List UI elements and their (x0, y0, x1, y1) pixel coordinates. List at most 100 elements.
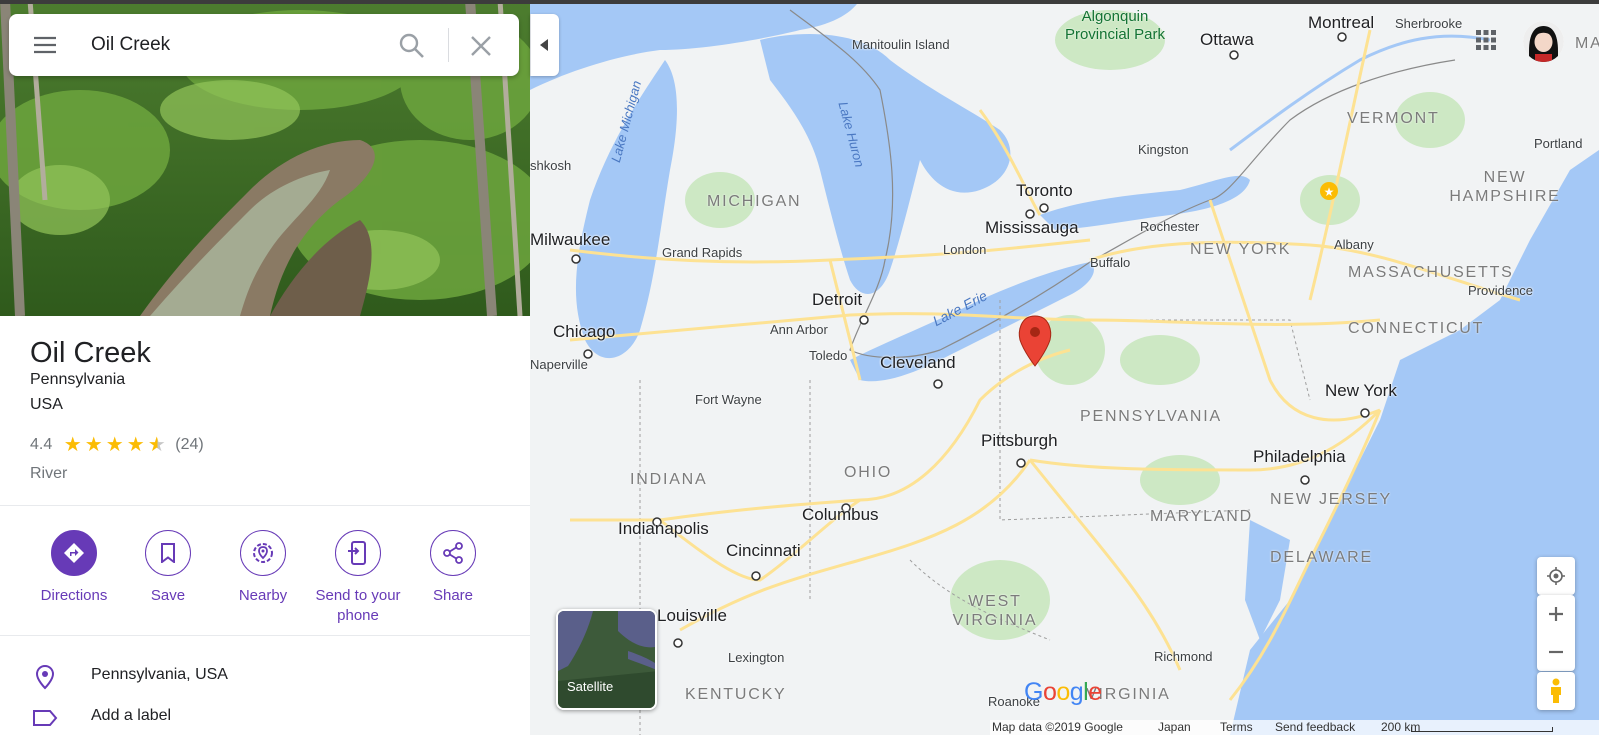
share-button[interactable]: Share (403, 530, 503, 606)
terms-link[interactable]: Terms (1220, 720, 1253, 735)
country-link[interactable]: Japan (1158, 720, 1191, 735)
map-label-pennsylvania: PENNSYLVANIA (1080, 408, 1222, 425)
google-maps-window: ★ Algonquin Provincial Park Montreal Sherb… (0, 0, 1599, 735)
map-label-toledo[interactable]: Toledo (809, 348, 847, 363)
crosshair-icon (1547, 567, 1565, 585)
map-label-london[interactable]: London (943, 242, 986, 257)
map-label-kingston[interactable]: Kingston (1138, 142, 1189, 157)
map-label-new-york-city[interactable]: New York (1325, 381, 1397, 401)
rating-value: 4.4 (30, 436, 53, 453)
google-logo-letter: o (1042, 678, 1057, 706)
map-label-sherbrooke[interactable]: Sherbrooke (1395, 16, 1462, 31)
share-icon (430, 530, 476, 576)
map-label-oshkosh[interactable]: shkosh (530, 158, 571, 173)
close-icon[interactable] (467, 32, 495, 60)
place-panel: Oil Creek Pennsylvania USA 4.4 ★ ★ ★ ★ ★… (0, 0, 530, 735)
rating-stars: ★ ★ ★ ★ ★ (62, 435, 167, 455)
my-location-button[interactable] (1537, 557, 1575, 595)
map-label-indiana: INDIANA (630, 471, 708, 488)
search-box (9, 14, 519, 76)
map-label-kentucky: KENTUCKY (685, 686, 787, 703)
map-label-providence[interactable]: Providence (1468, 283, 1533, 298)
map-data-attribution: Map data ©2019 Google (992, 720, 1123, 734)
street-view-control[interactable] (1537, 672, 1575, 710)
map-label-portland[interactable]: Portland (1534, 136, 1582, 151)
map-label-connecticut: CONNECTICUT (1348, 320, 1485, 337)
half-star-icon: ★ (147, 434, 166, 456)
map-label-fort-wayne[interactable]: Fort Wayne (695, 392, 762, 407)
zoom-control[interactable] (1537, 595, 1575, 671)
map-label-montreal[interactable]: Montreal (1308, 13, 1374, 33)
rating-summary[interactable]: 4.4 ★ ★ ★ ★ ★ (24) (30, 434, 204, 456)
star-icon: ★ (126, 434, 145, 456)
map-label-toronto[interactable]: Toronto (1016, 181, 1073, 201)
map-label-lexington[interactable]: Lexington (728, 650, 784, 665)
map-label-columbus[interactable]: Columbus (802, 505, 879, 525)
map-label-milwaukee[interactable]: Milwaukee (530, 230, 610, 250)
map-label-grand-rapids[interactable]: Grand Rapids (662, 245, 742, 260)
map-label-naperville[interactable]: Naperville (530, 357, 588, 372)
map-label-louisville[interactable]: Louisville (657, 606, 727, 626)
map-label-richmond[interactable]: Richmond (1154, 649, 1213, 664)
satellite-layer-toggle[interactable]: Satellite (556, 609, 657, 710)
nearby-button[interactable]: Nearby (213, 530, 313, 606)
address-row[interactable]: Pennsylvania, USA (0, 656, 530, 696)
map-label-algonquin: Algonquin Provincial Park (1064, 8, 1166, 43)
zoom-out-button[interactable] (1537, 633, 1575, 671)
map-label-cincinnati[interactable]: Cincinnati (726, 541, 801, 561)
my-location-control[interactable] (1537, 557, 1575, 595)
satellite-label: Satellite (567, 679, 614, 694)
pegman-button[interactable] (1537, 672, 1575, 710)
map-label-new-jersey: NEW JERSEY (1270, 491, 1393, 508)
add-label-text: Add a label (91, 707, 172, 724)
star-icon: ★ (63, 434, 82, 456)
place-region: Pennsylvania (30, 371, 126, 388)
place-category[interactable]: River (30, 465, 67, 483)
send-feedback-link[interactable]: Send feedback (1275, 720, 1355, 735)
directions-icon (51, 530, 97, 576)
zoom-in-button[interactable] (1537, 595, 1575, 633)
map-label-indianapolis[interactable]: Indianapolis (618, 519, 709, 539)
send-to-phone-icon (335, 530, 381, 576)
satellite-thumbnail (558, 611, 655, 708)
map-label-ma-cut: MA (1575, 35, 1599, 52)
map-label-new-york-state: NEW YORK (1190, 241, 1292, 258)
directions-button[interactable]: Directions (24, 530, 124, 606)
star-icon: ★ (84, 434, 103, 456)
map-canvas[interactable]: ★ Algonquin Provincial Park Montreal Sherb… (530, 0, 1599, 735)
nearby-icon (240, 530, 286, 576)
map-label-chicago[interactable]: Chicago (553, 322, 615, 342)
hamburger-menu-icon[interactable] (33, 33, 57, 57)
map-label-ottawa[interactable]: Ottawa (1200, 30, 1254, 50)
send-to-phone-button[interactable]: Send to your phone (308, 530, 408, 626)
map-label-maryland: MARYLAND (1150, 508, 1254, 525)
pegman-icon (1551, 678, 1561, 703)
map-label-detroit[interactable]: Detroit (812, 290, 862, 310)
map-label-manitoulin[interactable]: Manitoulin Island (852, 37, 950, 52)
add-label-row[interactable]: Add a label (0, 697, 530, 735)
plus-icon (1549, 607, 1563, 621)
map-label-pittsburgh[interactable]: Pittsburgh (981, 431, 1058, 451)
search-icon[interactable] (398, 32, 426, 60)
divider (0, 505, 530, 506)
map-label-philadelphia[interactable]: Philadelphia (1253, 447, 1346, 467)
collapse-panel-button[interactable] (530, 14, 559, 76)
map-label-ann-arbor[interactable]: Ann Arbor (770, 322, 828, 337)
map-label-west-virginia: WEST VIRGINIA (952, 593, 1038, 629)
label-tag-icon (32, 705, 58, 731)
google-logo-letter: G (1024, 678, 1043, 706)
search-input[interactable] (91, 30, 391, 60)
map-label-rochester[interactable]: Rochester (1140, 219, 1199, 234)
map-label-vermont: VERMONT (1347, 110, 1440, 127)
google-logo-letter: o (1056, 678, 1070, 706)
bookmark-icon (145, 530, 191, 576)
review-count[interactable]: (24) (175, 436, 203, 454)
map-label-buffalo[interactable]: Buffalo (1090, 255, 1130, 270)
map-label-cleveland[interactable]: Cleveland (880, 353, 956, 373)
save-button[interactable]: Save (118, 530, 218, 606)
minus-icon (1549, 650, 1563, 654)
map-label-albany[interactable]: Albany (1334, 237, 1374, 252)
map-label-mississauga[interactable]: Mississauga (985, 218, 1079, 238)
account-avatar[interactable] (1523, 21, 1564, 62)
google-apps-icon[interactable] (1474, 28, 1498, 52)
